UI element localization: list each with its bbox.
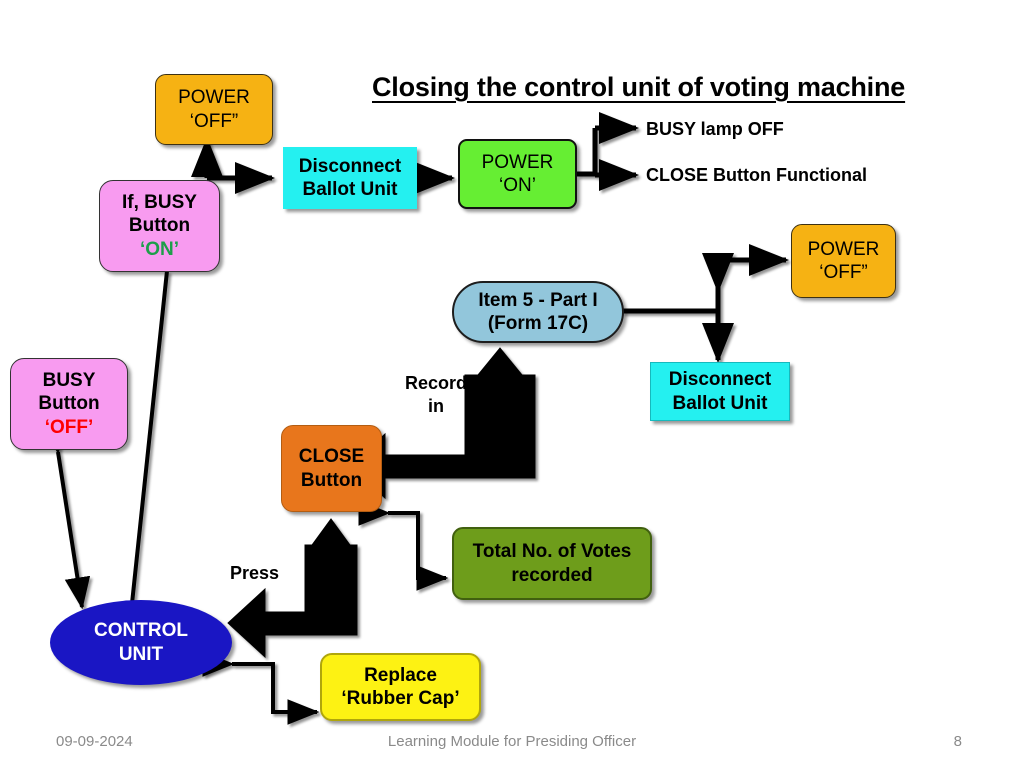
node-control-unit-line1: CONTROL — [94, 620, 188, 642]
node-if-busy-line1: If, BUSY — [122, 192, 197, 214]
node-power-on-line1: POWER — [481, 151, 554, 173]
node-item5-part1-form17c[interactable]: Item 5 - Part I (Form 17C) — [452, 281, 624, 343]
node-if-busy-state: ‘ON’ — [139, 238, 180, 260]
node-total-votes-line2: recorded — [511, 564, 593, 586]
node-total-votes-line1: Total No. of Votes — [472, 541, 632, 563]
node-replace-rubber-cap[interactable]: Replace ‘Rubber Cap’ — [320, 653, 481, 721]
node-if-busy-button-on[interactable]: If, BUSY Button ‘ON’ — [99, 180, 220, 272]
node-busy-button-off-line2: Button — [38, 393, 100, 415]
slide-canvas: Closing the control unit of voting machi… — [0, 0, 1024, 768]
node-disconnect-top-line1: Disconnect — [298, 155, 402, 177]
node-if-busy-line2: Button — [128, 215, 191, 237]
node-power-off-right[interactable]: POWER ‘OFF” — [791, 224, 896, 298]
node-item5-line1: Item 5 - Part I — [478, 289, 598, 311]
node-control-unit-line2: UNIT — [118, 643, 164, 665]
node-disconnect-top-line2: Ballot Unit — [302, 179, 398, 200]
label-record-in-line1: Record — [404, 373, 467, 393]
node-disconnect-right-line1: Disconnect — [668, 369, 772, 391]
node-busy-button-off[interactable]: BUSY Button ‘OFF’ — [10, 358, 128, 450]
node-busy-button-off-line1: BUSY — [42, 370, 96, 392]
footer-center-text: Learning Module for Presiding Officer — [387, 733, 637, 750]
node-power-off-right-line1: POWER — [807, 238, 880, 260]
node-power-off-top-line1: POWER — [178, 87, 250, 109]
label-record-in: Record in — [403, 372, 469, 417]
node-busy-button-off-state: ‘OFF’ — [44, 416, 94, 438]
node-power-off-right-line2: ‘OFF” — [819, 262, 868, 283]
node-close-button[interactable]: CLOSE Button — [281, 425, 382, 512]
label-press: Press — [230, 563, 280, 583]
page-title: Closing the control unit of voting machi… — [372, 72, 906, 102]
node-control-unit[interactable]: CONTROL UNIT — [50, 600, 232, 685]
node-replace-cap-line2: ‘Rubber Cap’ — [341, 688, 460, 709]
node-total-votes-recorded[interactable]: Total No. of Votes recorded — [452, 527, 652, 600]
node-disconnect-ballot-unit-top[interactable]: Disconnect Ballot Unit — [283, 147, 417, 209]
node-power-on-line2: ‘ON’ — [499, 175, 536, 196]
node-close-button-line2: Button — [300, 469, 363, 491]
node-power-off-top[interactable]: POWER ‘OFF” — [155, 74, 273, 145]
label-close-button-functional: CLOSE Button Functional — [646, 165, 867, 185]
footer-page-number: 8 — [953, 733, 962, 750]
node-replace-cap-line1: Replace — [364, 664, 437, 686]
label-busy-lamp-off: BUSY lamp OFF — [646, 119, 784, 139]
node-power-off-top-line2: ‘OFF” — [189, 110, 239, 132]
node-disconnect-right-line2: Ballot Unit — [672, 392, 768, 414]
label-record-in-line2: in — [428, 395, 444, 416]
node-close-button-line1: CLOSE — [298, 446, 365, 468]
node-power-on[interactable]: POWER ‘ON’ — [458, 139, 577, 209]
node-item5-line2: (Form 17C) — [487, 313, 589, 334]
node-disconnect-ballot-unit-right[interactable]: Disconnect Ballot Unit — [650, 362, 790, 421]
footer-date: 09-09-2024 — [56, 733, 133, 750]
